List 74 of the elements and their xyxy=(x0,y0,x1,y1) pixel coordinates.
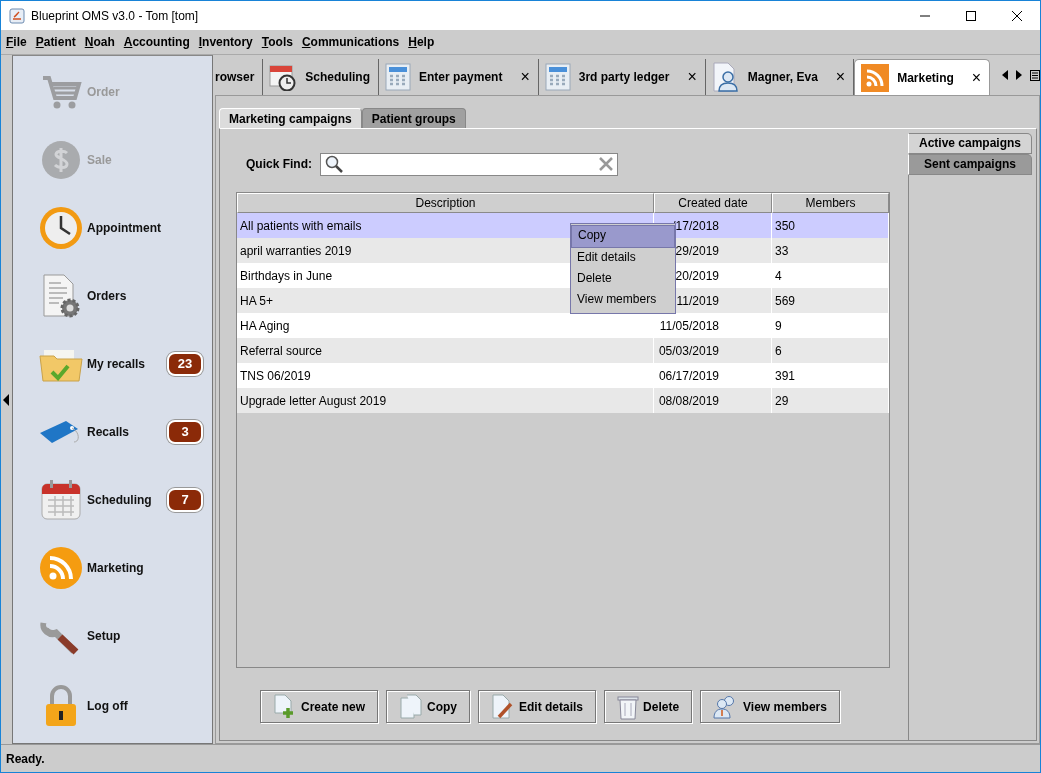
sidebar-item[interactable]: Scheduling xyxy=(87,493,167,507)
action-button[interactable]: Create new xyxy=(260,690,379,723)
count-badge: 23 xyxy=(167,352,203,376)
sidebar-item[interactable]: Log off xyxy=(87,699,212,713)
menu-item[interactable]: Accounting xyxy=(123,35,190,49)
table-cell: 20/2019 xyxy=(675,268,719,283)
tab[interactable]: Marketing campaigns xyxy=(219,108,362,128)
table-cell: 06/17/2019 xyxy=(658,368,719,383)
table-cell: 29/2019 xyxy=(675,243,719,258)
window-title: Blueprint OMS v3.0 - Tom [tom] xyxy=(31,8,200,23)
table-row[interactable]: Referral source 05/03/2019 6 xyxy=(237,338,889,363)
table-cell: 569 xyxy=(775,293,796,308)
table-cell: 11/2019 xyxy=(676,293,719,308)
action-button[interactable]: View members xyxy=(700,690,840,723)
tab[interactable]: Scheduling xyxy=(263,59,380,95)
table-cell: 33 xyxy=(775,243,789,258)
field-label: Quick Find: xyxy=(246,157,312,171)
menu-item[interactable]: File xyxy=(6,35,27,49)
menu-item[interactable]: Delete xyxy=(571,269,675,290)
table-cell: 11/05/2018 xyxy=(659,318,719,333)
sidebar-item[interactable]: Setup xyxy=(87,629,212,643)
sidebar-item[interactable]: Appointment xyxy=(87,221,212,235)
table-cell: Birthdays in June xyxy=(240,268,333,283)
table-cell: HA 5+ xyxy=(240,293,274,308)
menu-item[interactable]: Communications xyxy=(301,35,400,49)
table-cell: Upgrade letter August 2019 xyxy=(240,393,387,408)
tab-close[interactable]: × xyxy=(971,68,982,87)
menu-item[interactable]: Patient xyxy=(35,35,76,49)
sidebar-item[interactable]: Marketing xyxy=(87,561,212,575)
tab[interactable]: Magner, Eva × xyxy=(705,59,855,95)
column-header[interactable]: Description xyxy=(237,193,654,213)
table-cell: april warranties 2019 xyxy=(240,243,352,258)
table-row[interactable]: HA Aging 11/05/2018 9 xyxy=(237,313,889,338)
table-row[interactable]: Upgrade letter August 2019 08/08/2019 29 xyxy=(237,388,889,413)
column-header[interactable]: Members xyxy=(772,193,889,213)
tab[interactable]: Patient groups xyxy=(361,108,466,128)
sidebar-item[interactable]: Orders xyxy=(87,289,212,303)
tab-close[interactable]: × xyxy=(687,68,697,86)
table-cell: 350 xyxy=(775,218,796,233)
tab-close[interactable]: × xyxy=(520,68,530,86)
menu-item[interactable]: Inventory xyxy=(198,35,253,49)
column-header[interactable]: Created date xyxy=(654,193,772,213)
table-row[interactable]: TNS 06/2019 06/17/2019 391 xyxy=(237,363,889,388)
tab[interactable]: 3rd party ledger × xyxy=(538,59,706,95)
action-button[interactable]: Delete xyxy=(604,690,693,723)
menu-item[interactable]: View members xyxy=(571,290,675,311)
menu-item[interactable]: Tools xyxy=(261,35,293,49)
tab[interactable]: Sent campaigns xyxy=(908,154,1032,175)
status-text: Ready. xyxy=(6,751,45,766)
tab[interactable]: rowser xyxy=(215,59,264,95)
tab[interactable]: Marketing × xyxy=(854,59,991,95)
action-button[interactable]: Edit details xyxy=(478,690,597,723)
table-cell: HA Aging xyxy=(240,318,290,333)
table-cell: 9 xyxy=(775,318,782,333)
table-cell: Referral source xyxy=(240,343,323,358)
count-badge: 3 xyxy=(167,420,203,444)
menu-item[interactable]: Noah xyxy=(84,35,115,49)
menu-item[interactable]: Copy xyxy=(571,225,675,248)
table-cell: 6 xyxy=(775,343,782,358)
menu-item[interactable]: Help xyxy=(408,35,435,49)
table-cell: 29 xyxy=(775,393,789,408)
table-cell: 4 xyxy=(775,268,782,283)
table-cell: All patients with emails xyxy=(240,218,362,233)
sidebar-item[interactable]: Recalls xyxy=(87,425,167,439)
table-cell: 08/08/2019 xyxy=(658,393,719,408)
tab[interactable]: Active campaigns xyxy=(908,133,1032,154)
table-cell: TNS 06/2019 xyxy=(240,368,311,383)
tab-close[interactable]: × xyxy=(835,68,846,86)
count-badge: 7 xyxy=(167,488,203,512)
table-cell: 05/03/2019 xyxy=(658,343,719,358)
table-cell: 391 xyxy=(775,368,796,383)
sidebar-item[interactable]: My recalls xyxy=(87,357,167,371)
action-button[interactable]: Copy xyxy=(386,690,471,723)
tab[interactable]: Enter payment × xyxy=(379,59,539,95)
